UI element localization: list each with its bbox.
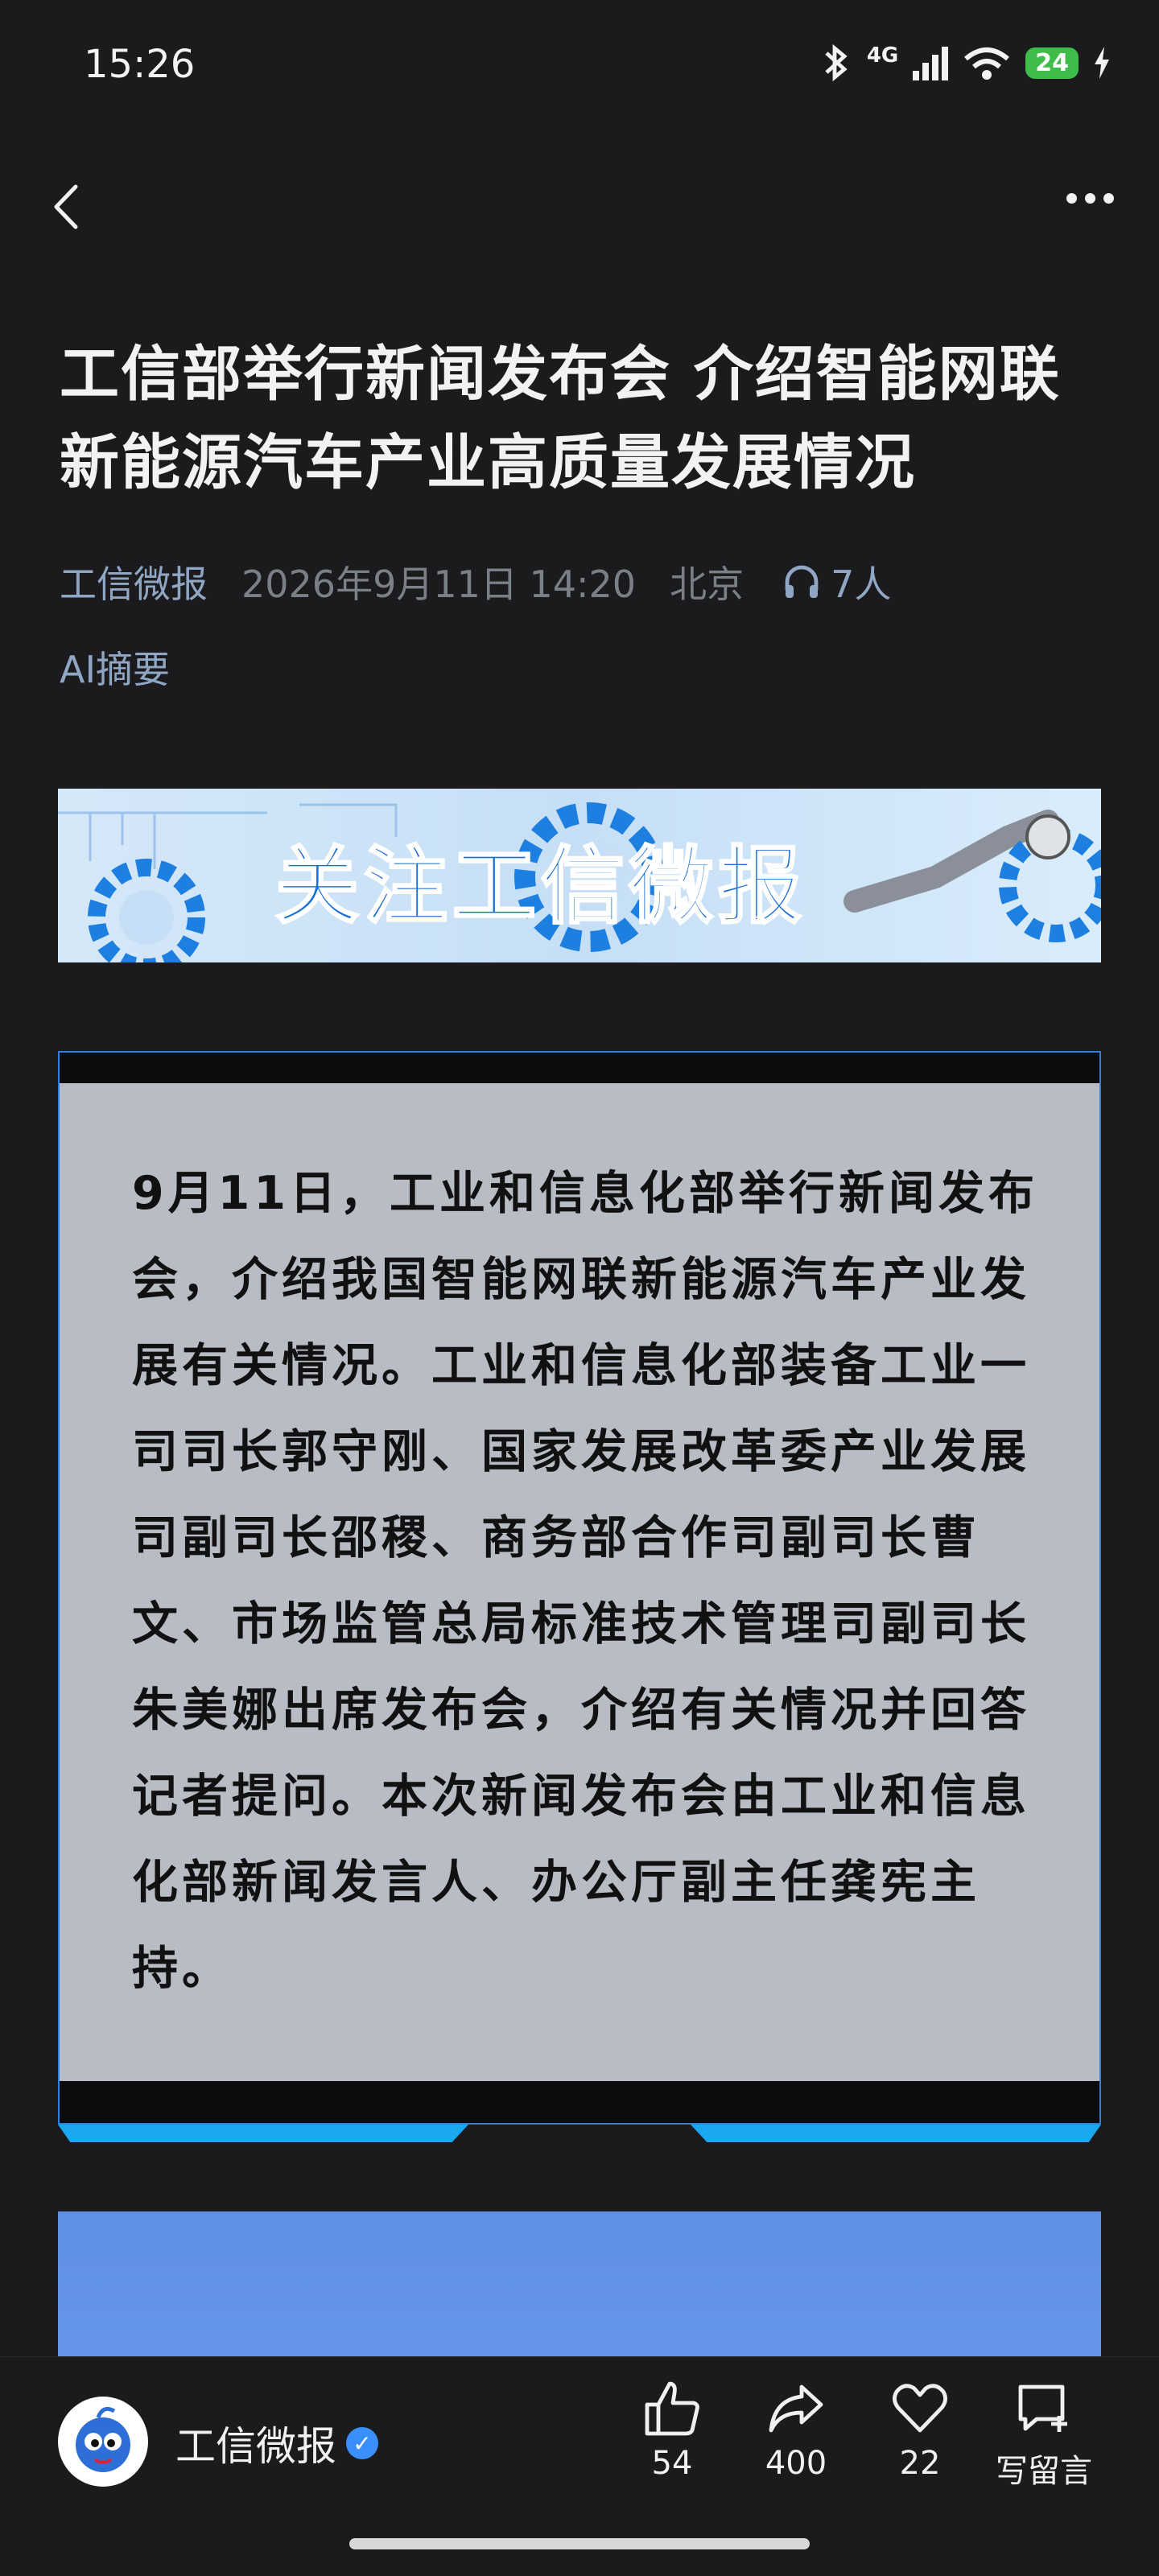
favorite-count: 22 (899, 2445, 941, 2482)
comment-button[interactable]: 写留言 (984, 2380, 1104, 2492)
article-title: 工信部举行新闻发布会 介绍智能网联新能源汽车产业高质量发展情况 (60, 340, 1061, 497)
network-type: 4G (866, 43, 899, 68)
battery-indicator: 24 (1025, 47, 1079, 79)
listener-count: 7人 (831, 563, 892, 606)
summary-text: 9月11日，工业和信息化部举行新闻发布会，介绍我国智能网联新能源汽车产业发展有关… (132, 1167, 1038, 1995)
like-button[interactable]: 54 (612, 2380, 732, 2482)
back-arrow-icon[interactable] (40, 179, 97, 235)
signal-icon (913, 45, 949, 80)
account-avatar[interactable] (58, 2397, 148, 2487)
wifi-icon (964, 47, 1010, 80)
listen-button[interactable]: 7人 (782, 555, 891, 608)
account-info[interactable]: 工信微报 ✓ (175, 2414, 378, 2472)
headphones-icon (785, 565, 819, 598)
like-count: 54 (651, 2445, 693, 2482)
status-time: 15:26 (84, 42, 196, 87)
publish-date: 2026年9月11日 14:20 (241, 563, 637, 606)
mascot-icon (76, 2406, 130, 2472)
thumbs-up-icon (645, 2381, 699, 2436)
article-meta: 工信微报 2026年9月11日 14:20 北京 7人 (60, 555, 891, 608)
ai-summary-button[interactable]: AI摘要 (60, 641, 170, 694)
account-name[interactable]: 工信微报 (175, 2414, 336, 2472)
frame-tab-left (58, 2125, 468, 2142)
author-link[interactable]: 工信微报 (60, 555, 208, 608)
more-options-icon[interactable] (1066, 193, 1114, 204)
share-arrow-icon (769, 2384, 823, 2433)
verified-badge-icon: ✓ (346, 2427, 378, 2459)
bluetooth-icon (825, 43, 848, 82)
charging-icon (1095, 47, 1109, 79)
follow-banner: 关注工信微报 (58, 789, 1101, 962)
publish-location: 北京 (670, 563, 744, 606)
banner-title: 关注工信微报 (274, 836, 807, 937)
comment-add-icon (1018, 2384, 1067, 2432)
home-indicator[interactable] (349, 2538, 810, 2549)
share-button[interactable]: 400 (736, 2380, 856, 2482)
heart-icon (893, 2384, 947, 2433)
share-count: 400 (765, 2445, 827, 2482)
comment-label: 写留言 (996, 2453, 1092, 2490)
favorite-button[interactable]: 22 (860, 2380, 980, 2482)
frame-tab-right (691, 2125, 1101, 2142)
status-icons: 4G 24 (820, 43, 1111, 82)
